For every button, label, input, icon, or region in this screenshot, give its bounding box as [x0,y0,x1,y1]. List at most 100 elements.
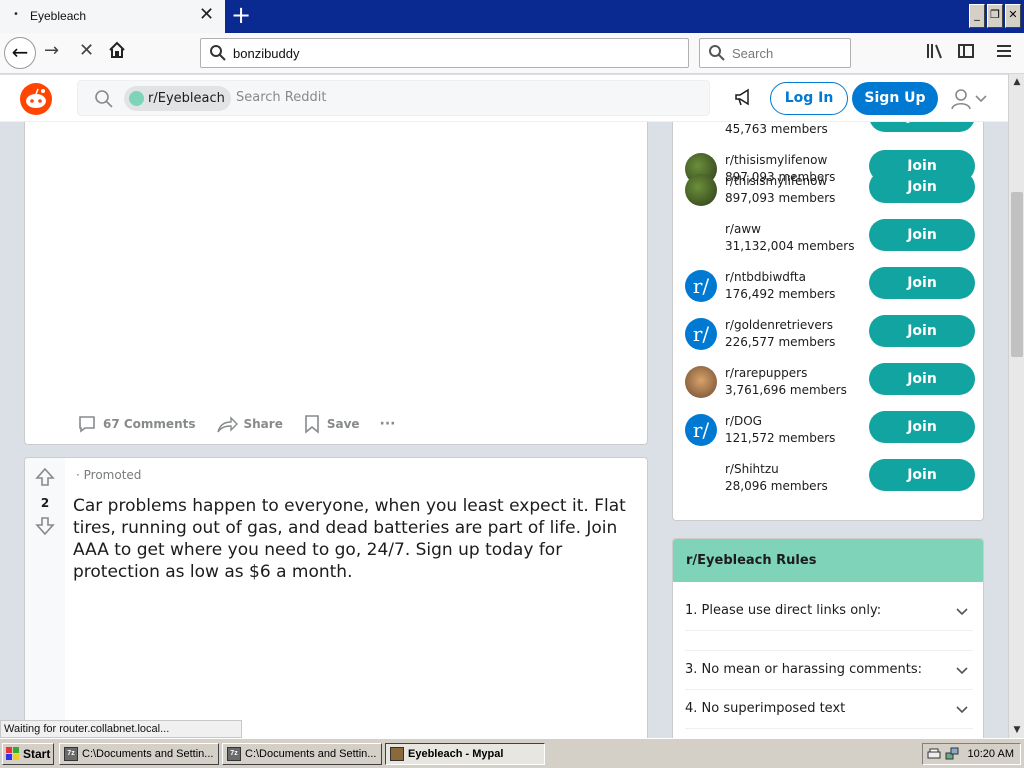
community-name[interactable]: r/thisismylifenow [725,174,827,188]
rules-title: r/Eyebleach Rules [686,553,817,568]
sign-up-button[interactable]: Sign Up [852,82,938,115]
community-name[interactable]: r/goldenretrievers [725,318,833,332]
taskbar-item-label: C:\Documents and Settin... [82,748,214,760]
tab-close-icon[interactable]: ✕ [199,6,214,24]
rule-item[interactable]: 4. No superimposed text [685,690,973,729]
subreddit-chip-label: r/Eyebleach [148,91,225,106]
community-row[interactable]: r/r/DOG 121,572 members Join [673,409,983,457]
subreddit-avatar-icon [129,91,144,106]
windows-logo-icon [6,747,20,761]
join-button[interactable]: Join [869,171,975,203]
join-button[interactable]: Join [869,459,975,491]
home-icon[interactable] [107,40,127,65]
upvote-arrow-icon[interactable] [35,467,55,491]
log-in-button[interactable]: Log In [770,82,848,115]
community-avatar[interactable] [685,366,717,398]
community-name[interactable]: r/aww [725,222,761,236]
join-button[interactable]: Join [869,411,975,443]
taskbar-item[interactable]: 7z C:\Documents and Settin... [59,743,219,765]
navigation-toolbar: ← → ✕ bonzibuddy Search [0,33,1024,74]
rule-text: 3. No mean or harassing comments: [685,662,922,677]
community-name[interactable]: r/Shihtzu [725,462,779,476]
system-tray: 10:20 AM [922,743,1021,765]
start-button[interactable]: Start [2,743,54,765]
bookmark-icon [305,415,319,434]
community-row[interactable]: r/r/ntbdbiwdfta 176,492 members Join [673,265,983,313]
communities-card: r/sphynx45,763 membersJoinr/thisismylife… [672,110,984,521]
join-button[interactable]: Join [869,363,975,395]
community-name[interactable]: r/rarepuppers [725,366,807,380]
community-row[interactable]: r/Shihtzu 28,096 members Join [673,457,983,505]
printer-icon[interactable] [927,747,941,761]
advertise-megaphone-icon[interactable] [733,87,753,111]
more-options-button[interactable]: ··· [380,416,396,432]
subreddit-default-avatar-icon[interactable]: r/ [685,318,717,350]
community-name[interactable]: r/DOG [725,414,762,428]
downvote-arrow-icon[interactable] [35,516,55,540]
stop-loading-icon[interactable]: ✕ [79,40,94,61]
scroll-down-arrow-icon[interactable]: ▼ [1009,722,1024,738]
rule-item[interactable]: 3. No mean or harassing comments: [685,651,973,690]
close-window-button[interactable]: ✕ [1005,4,1021,28]
taskbar-item[interactable]: 7z C:\Documents and Settin... [222,743,382,765]
community-row[interactable]: r/thisismylifenow 897,093 members Join [673,169,983,217]
join-button[interactable]: Join [869,219,975,251]
subreddit-default-avatar-icon[interactable]: r/ [685,414,717,446]
user-menu-dropdown[interactable] [950,87,990,111]
taskbar-item-active[interactable]: Eyebleach - Mypal [385,743,545,765]
7zip-icon: 7z [64,747,78,761]
community-member-count: 3,761,696 members [725,383,847,397]
chevron-down-icon[interactable] [955,606,969,621]
promoted-post-card[interactable]: 2 · Promoted Car problems happen to ever… [24,457,648,757]
forward-arrow-icon[interactable]: → [44,40,59,61]
subreddit-default-avatar-icon[interactable]: r/ [685,270,717,302]
more-options-icon: ··· [379,416,396,432]
sidebar-toggle-icon[interactable] [957,42,975,64]
reddit-search-input[interactable]: r/Eyebleach Search Reddit [77,80,710,116]
comments-button[interactable]: 67 Comments [77,414,196,434]
scroll-up-arrow-icon[interactable]: ▲ [1009,74,1024,90]
hamburger-menu-icon[interactable] [996,42,1012,64]
search-placeholder: Search [732,46,774,61]
join-button[interactable]: Join [869,315,975,347]
restore-button[interactable]: ❐ [987,4,1003,28]
status-bar: Waiting for router.collabnet.local... [0,720,242,738]
library-icon[interactable] [925,42,943,64]
community-row[interactable]: r/aww 31,132,004 members Join [673,217,983,265]
vote-column: 2 [25,458,65,756]
browser-search-field[interactable]: Search [699,38,851,68]
vertical-scrollbar[interactable]: ▲ ▼ [1008,74,1024,738]
rules-header: r/Eyebleach Rules [673,539,983,582]
save-button[interactable]: Save [303,414,360,434]
minimize-button[interactable]: _ [969,4,985,28]
share-button[interactable]: Share [216,414,283,434]
chevron-down-icon[interactable] [955,665,969,680]
join-button[interactable]: Join [869,267,975,299]
chevron-down-icon[interactable] [955,704,969,719]
promoted-post-text[interactable]: Car problems happen to everyone, when yo… [73,495,639,583]
network-icon[interactable] [945,747,959,761]
rule-text: 1. Please use direct links only: [685,603,882,618]
subreddit-filter-chip[interactable]: r/Eyebleach [124,86,231,111]
taskbar-item-label: C:\Documents and Settin... [245,748,377,760]
community-row[interactable]: r/r/goldenretrievers 226,577 members Join [673,313,983,361]
tab-loading-dot-icon: • [13,9,19,20]
comments-label: 67 Comments [103,417,196,431]
back-button[interactable]: ← [4,37,36,69]
browser-tab[interactable]: • Eyebleach ✕ [0,0,225,33]
community-row[interactable]: r/rarepuppers 3,761,696 members Join [673,361,983,409]
scrollbar-thumb[interactable] [1011,192,1023,357]
rule-item[interactable]: 1. Please use direct links only: [685,592,973,631]
url-bar[interactable]: bonzibuddy [200,38,689,68]
community-name[interactable]: r/thisismylifenow [725,153,827,167]
reddit-search-placeholder: Search Reddit [236,90,327,105]
start-label: Start [23,747,51,761]
reddit-header: r/Eyebleach Search Reddit Log In Sign Up [0,75,1008,122]
rule-text: 4. No superimposed text [685,701,846,716]
community-avatar[interactable] [685,174,717,206]
community-name[interactable]: r/ntbdbiwdfta [725,270,806,284]
new-tab-button[interactable]: + [229,2,253,30]
community-member-count: 121,572 members [725,431,836,445]
share-label: Share [243,417,283,431]
reddit-logo-icon[interactable] [20,83,52,115]
